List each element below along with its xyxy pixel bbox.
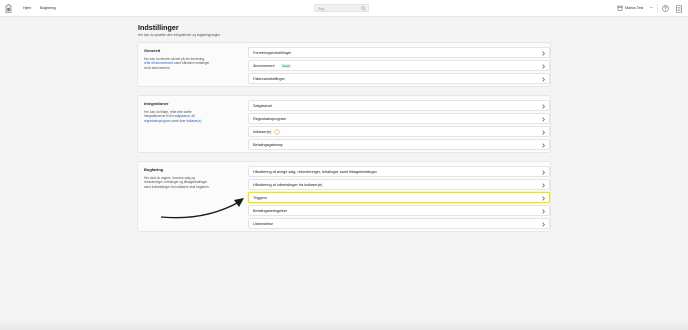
- chevron-right-icon: [542, 209, 545, 214]
- row-subscription[interactable]: Abonnement Betalt: [248, 60, 550, 71]
- row-label: Abonnement: [253, 63, 275, 68]
- row-other-sales-handling[interactable]: Håndtering af øvrige salg, refunderinger…: [248, 166, 550, 177]
- search-icon: [361, 6, 366, 11]
- search-placeholder: Søg...: [318, 6, 328, 11]
- acquirer-link[interactable]: indløser(e): [186, 119, 201, 123]
- desc-text: .: [201, 118, 203, 123]
- row-label: Betalingsgateway: [253, 142, 283, 147]
- subscription-link[interactable]: rette dit abonnement: [144, 61, 173, 65]
- section-integrations-title: Integrationer: [144, 101, 169, 106]
- bottom-shadow: [0, 318, 688, 330]
- status-badge: Betalt: [281, 63, 292, 68]
- row-acquirers[interactable]: Indløser(e): [248, 126, 550, 137]
- row-dispatch[interactable]: Udsendelse: [248, 218, 550, 229]
- help-circle-icon[interactable]: [662, 5, 669, 12]
- section-general-description: Her kan du ændre navnet på din forretnin…: [144, 57, 240, 70]
- row-sales-channel[interactable]: Salgskanal: [248, 100, 550, 111]
- curved-arrow-annotation: [160, 198, 244, 219]
- search-input[interactable]: Søg...: [314, 4, 369, 12]
- top-navigation-bar: Hjem Bogføring Søg... Marius Test: [0, 0, 688, 17]
- desc-line: samt indbetalinger fra indløsere skal bo…: [144, 184, 210, 189]
- row-triggers[interactable]: Triggers: [248, 192, 550, 203]
- chevron-right-icon: [542, 196, 545, 201]
- section-integrations: Integrationer Her kan du tilføje, rette …: [137, 95, 551, 153]
- section-general-title: Generelt: [144, 48, 161, 53]
- nav-home-link[interactable]: Hjem: [23, 6, 31, 10]
- chevron-right-icon: [542, 222, 545, 227]
- chevron-down-icon: [650, 6, 653, 9]
- chevron-right-icon: [542, 130, 545, 135]
- row-label: Triggers: [253, 195, 267, 200]
- section-bookkeeping-title: Bogføring: [144, 167, 164, 172]
- row-payment-terms[interactable]: Betalingsbetingelser: [248, 205, 550, 216]
- desc-text: samt dine: [170, 118, 187, 123]
- accounting-program-link[interactable]: regnskabsprogram: [144, 119, 171, 123]
- page-subtitle: Her kan du opsætte dine integrationer og…: [138, 33, 221, 37]
- app-logo-icon[interactable]: [5, 4, 12, 13]
- desc-text: samt håndtere betalinger: [173, 61, 210, 66]
- desc-line: af dit abonnement: [144, 65, 170, 70]
- chevron-right-icon: [542, 117, 545, 122]
- row-label: Regnskabsprogram: [253, 116, 287, 121]
- warning-icon: [274, 129, 280, 136]
- row-label: Håndtering af øvrige salg, refunderinger…: [253, 169, 377, 174]
- chevron-right-icon: [542, 104, 545, 109]
- row-label: Indløser(e): [253, 129, 272, 134]
- page-title: Indstillinger: [138, 23, 179, 32]
- row-label: Håndtering af udbetalinger fra indløser(…: [253, 182, 323, 187]
- row-payment-gateway[interactable]: Betalingsgateway: [248, 139, 550, 150]
- section-bookkeeping-description: Her skal du angive, hvordan salg og refu…: [144, 176, 246, 189]
- row-label: Betalingsbetingelser: [253, 208, 288, 213]
- chevron-right-icon: [542, 64, 545, 69]
- row-label: Salgskanal: [253, 103, 272, 108]
- row-label: Forretningsindstillinger: [253, 50, 292, 55]
- section-general: Generelt Her kan du ændre navnet på din …: [137, 42, 551, 87]
- row-payout-handling[interactable]: Håndtering af udbetalinger fra indløser(…: [248, 179, 550, 190]
- chevron-right-icon: [542, 183, 545, 188]
- row-accounting-program[interactable]: Regnskabsprogram: [248, 113, 550, 124]
- document-icon[interactable]: [676, 4, 682, 13]
- nav-divider: [657, 4, 658, 13]
- chevron-right-icon: [542, 143, 545, 148]
- chevron-right-icon: [542, 77, 545, 82]
- nav-bookkeeping-link[interactable]: Bogføring: [40, 6, 56, 10]
- chevron-right-icon: [542, 170, 545, 175]
- row-label: Fakturaindstillinger: [253, 76, 285, 81]
- row-invoice-settings[interactable]: Fakturaindstillinger: [248, 73, 550, 84]
- row-business-settings[interactable]: Forretningsindstillinger: [248, 47, 550, 58]
- section-integrations-description: Her kan du tilføje, rette eller slette i…: [144, 110, 240, 123]
- store-icon: [617, 5, 623, 11]
- desc-line: regnskabsprogram samt dine indløser(e).: [144, 119, 240, 123]
- user-name: Marius Test: [625, 5, 644, 10]
- row-label: Udsendelse: [253, 221, 274, 226]
- chevron-right-icon: [542, 51, 545, 56]
